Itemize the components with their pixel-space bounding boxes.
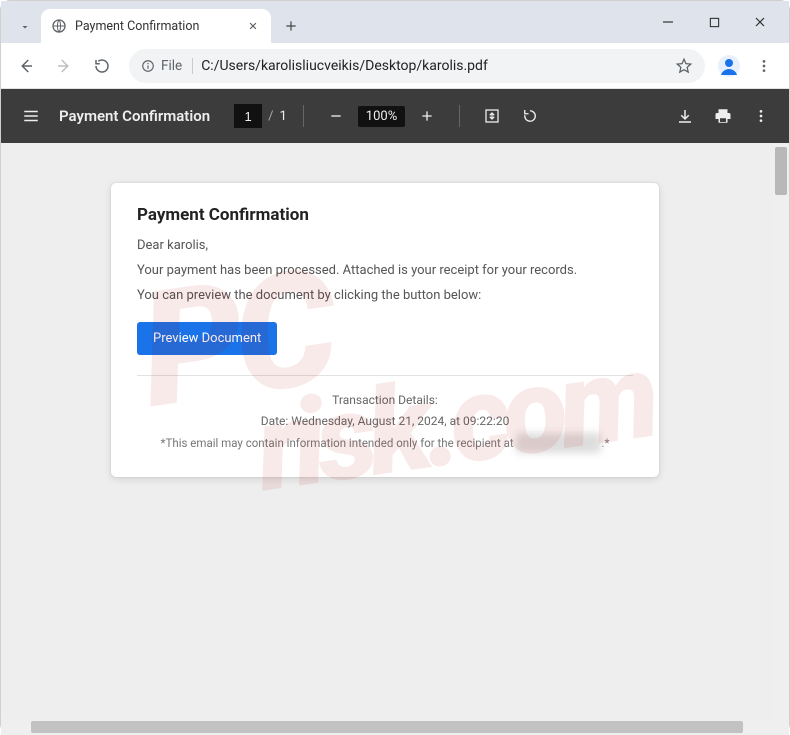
document-body-line: You can preview the document by clicking… [137,287,633,306]
transaction-date: Date: Wednesday, August 21, 2024, at 09:… [137,411,633,433]
toolbar-separator [303,105,304,127]
nav-back-button[interactable] [9,49,43,83]
document-card: Payment Confirmation Dear karolis, Your … [111,183,659,477]
toolbar-separator [459,105,460,127]
dots-vertical-icon [753,108,769,124]
pdf-page-total: 1 [279,109,286,124]
browser-menu-button[interactable] [747,49,781,83]
disclaimer-prefix: *This email may contain information inte… [161,436,517,450]
file-chip-label: File [161,58,182,74]
document-body-line: Your payment has been processed. Attache… [137,262,633,281]
pdf-page-area[interactable]: Payment Confirmation Dear karolis, Your … [1,143,773,719]
arrow-left-icon [17,57,35,75]
vertical-scrollbar-thumb[interactable] [775,147,787,195]
horizontal-scrollbar[interactable] [1,719,773,735]
minus-icon [328,108,344,124]
download-icon [676,107,694,125]
fit-page-button[interactable] [476,100,508,132]
minimize-icon [662,16,674,28]
document-heading: Payment Confirmation [137,205,633,225]
pdf-sidebar-toggle[interactable] [13,98,49,134]
browser-toolbar: File C:/Users/karolisliucveikis/Desktop/… [1,43,789,89]
tab-close-button[interactable] [245,18,261,34]
reload-icon [93,57,111,75]
menu-icon [22,107,40,125]
transaction-details-heading: Transaction Details: [137,390,633,412]
zoom-out-button[interactable] [320,100,352,132]
star-icon [675,57,693,75]
preview-document-button[interactable]: Preview Document [137,322,277,355]
print-icon [714,107,732,125]
pdf-page-input[interactable] [234,104,262,128]
zoom-in-button[interactable] [411,100,443,132]
tab-search-button[interactable] [9,11,41,43]
tab-title: Payment Confirmation [75,19,237,34]
arrow-right-icon [55,57,73,75]
close-icon [248,21,258,31]
window-close-button[interactable] [737,6,783,38]
print-button[interactable] [707,100,739,132]
browser-tab-active[interactable]: Payment Confirmation [41,9,271,43]
nav-forward-button[interactable] [47,49,81,83]
file-origin-chip: File [141,58,193,74]
rotate-icon [521,107,539,125]
scrollbar-corner [773,719,789,735]
page-separator: / [268,109,273,124]
pdf-more-button[interactable] [745,100,777,132]
fit-page-icon [483,107,501,125]
info-icon [141,59,155,73]
document-greeting: Dear karolis, [137,237,633,256]
horizontal-scrollbar-thumb[interactable] [31,721,743,733]
pdf-toolbar: Payment Confirmation / 1 100% [1,89,789,143]
window-minimize-button[interactable] [645,6,691,38]
address-bar[interactable]: File C:/Users/karolisliucveikis/Desktop/… [129,49,705,83]
redacted-recipient: redacted [516,433,601,454]
nav-reload-button[interactable] [85,49,119,83]
dots-vertical-icon [756,58,772,74]
browser-tabstrip: Payment Confirmation [1,1,789,43]
disclaimer-text: *This email may contain information inte… [137,433,633,454]
close-icon [754,16,766,28]
divider [137,375,633,376]
plus-icon [419,108,435,124]
profile-button[interactable] [715,52,743,80]
rotate-button[interactable] [514,100,546,132]
pdf-document-title: Payment Confirmation [59,107,210,125]
disclaimer-suffix: .* [601,436,609,450]
pdf-page-indicator: / 1 [234,104,287,128]
globe-icon [51,18,67,34]
zoom-level[interactable]: 100% [358,106,405,127]
chevron-down-icon [19,21,31,33]
pdf-viewport: Payment Confirmation Dear karolis, Your … [1,143,789,735]
vertical-scrollbar[interactable] [773,143,789,735]
plus-icon [284,19,298,33]
download-button[interactable] [669,100,701,132]
maximize-icon [709,17,720,28]
bookmark-button[interactable] [675,57,693,75]
url-text: C:/Users/karolisliucveikis/Desktop/karol… [201,58,667,74]
avatar-icon [717,54,741,78]
new-tab-button[interactable] [277,12,305,40]
window-maximize-button[interactable] [691,6,737,38]
